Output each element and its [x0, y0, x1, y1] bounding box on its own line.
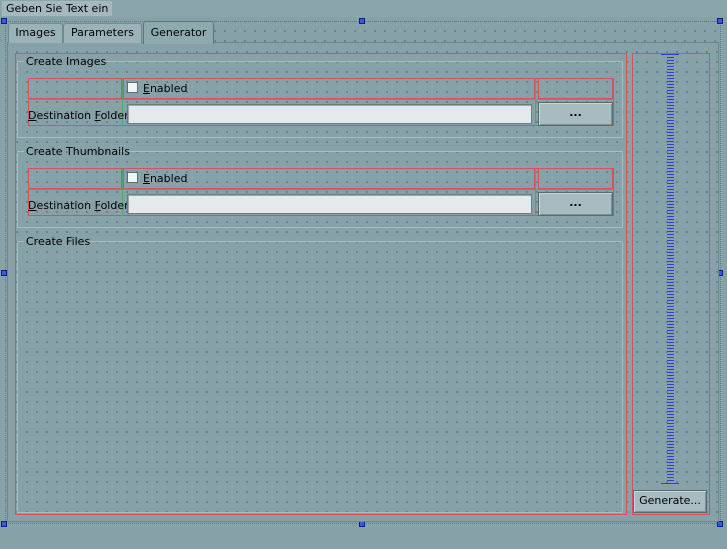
tab-parameters[interactable]: Parameters — [63, 23, 142, 43]
resize-handle-top[interactable] — [359, 18, 365, 24]
create-images-enabled-checkbox[interactable] — [127, 82, 138, 93]
title-bar: Geben Sie Text ein — [0, 0, 727, 17]
create-thumbnails-legend: Create Thumbnails — [26, 145, 130, 158]
create-images-legend: Create Images — [26, 55, 107, 68]
tab-generator[interactable]: Generator — [143, 21, 214, 44]
create-images-enabled-label: Enabled — [143, 82, 188, 95]
spacer-spring-icon — [667, 54, 674, 484]
generate-button[interactable]: Generate... — [633, 490, 707, 513]
title-text[interactable]: Geben Sie Text ein — [2, 1, 113, 16]
create-images-browse-button[interactable]: ... — [538, 102, 613, 126]
create-images-destination-field[interactable] — [127, 104, 532, 124]
create-files-group — [17, 241, 623, 513]
create-thumbnails-destination-label: Destination Folder: — [28, 199, 133, 212]
create-files-legend: Create Files — [26, 235, 91, 248]
resize-handle-top-right[interactable] — [717, 18, 723, 24]
create-thumbnails-browse-button[interactable]: ... — [538, 192, 613, 216]
create-thumbnails-destination-field[interactable] — [127, 194, 532, 214]
create-images-destination-label: Destination Folder: — [28, 109, 133, 122]
create-thumbnails-enabled-label: Enabled — [143, 172, 188, 185]
create-thumbnails-enabled-checkbox[interactable] — [127, 172, 138, 183]
tab-images[interactable]: Images — [8, 23, 63, 43]
resize-handle-top-left[interactable] — [1, 18, 7, 24]
